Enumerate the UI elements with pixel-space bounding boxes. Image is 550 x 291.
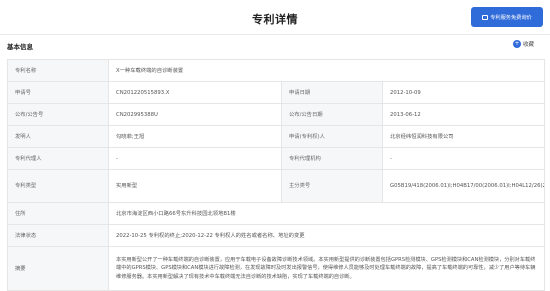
table-row: 专利代理人 - 专利代理机构 - bbox=[7, 147, 546, 170]
divider bbox=[0, 34, 550, 35]
consult-button[interactable]: 专利服务免费询价 bbox=[471, 7, 543, 27]
favorite-label: 收藏 bbox=[523, 42, 535, 48]
label-app-date: 申请日期 bbox=[281, 81, 383, 104]
table-row: 公布/公告号 CN202995388U 公布/公告日期 2013-06-12 bbox=[7, 103, 546, 126]
plus-icon: + bbox=[513, 40, 521, 48]
label-legal: 法律状态 bbox=[7, 224, 109, 247]
label-inventor: 发明人 bbox=[7, 125, 109, 148]
value-inventor: 勾晓菲;王旭 bbox=[108, 125, 282, 148]
label-ipc: 主分类号 bbox=[281, 169, 383, 203]
label-app-no: 申请号 bbox=[7, 81, 109, 104]
applicant-link[interactable]: 北京经纬恒润科技有限公司 bbox=[381, 125, 546, 148]
label-pub-no: 公布/公告号 bbox=[7, 103, 109, 126]
label-abstract: 摘要 bbox=[7, 246, 109, 291]
value-patent-name: X一种车载终端的自诊断装置 bbox=[107, 59, 546, 82]
table-row: 专利名称 X一种车载终端的自诊断装置 bbox=[7, 59, 546, 82]
consult-button-label: 专利服务免费询价 bbox=[490, 14, 532, 21]
message-icon bbox=[482, 14, 489, 20]
table-row: 申请号 CN201220515893.X 申请日期 2012-10-09 bbox=[7, 81, 546, 104]
table-row: 住所 北京市海淀区西小口路66号东升科技园北领地B1楼 bbox=[7, 202, 546, 225]
label-agency: 专利代理机构 bbox=[281, 147, 383, 170]
value-pub-date: 2013-06-12 bbox=[381, 103, 546, 126]
patent-info-table: 专利名称 X一种车载终端的自诊断装置 申请号 CN201220515893.X … bbox=[7, 59, 546, 291]
page-title: 专利详情 bbox=[252, 13, 298, 26]
value-legal: 2022-10-25 专利权的终止;2020-12-22 专利权人的姓名或者名称… bbox=[107, 224, 546, 247]
value-pub-no: CN202995388U bbox=[108, 103, 282, 126]
table-row: 摘要 本实用新型公开了一种车载终端的自诊断装置，应用于车载电子设备故障诊断技术领… bbox=[7, 246, 546, 291]
label-pub-date: 公布/公告日期 bbox=[281, 103, 383, 126]
label-agent: 专利代理人 bbox=[7, 147, 109, 170]
value-type: 实用新型 bbox=[108, 169, 282, 203]
label-type: 专利类型 bbox=[7, 169, 109, 203]
value-abstract: 本实用新型公开了一种车载终端的自诊断装置，应用于车载电子设备故障诊断技术领域。本… bbox=[107, 246, 546, 291]
value-app-date: 2012-10-09 bbox=[381, 81, 546, 104]
favorite-button[interactable]: + 收藏 bbox=[513, 40, 534, 48]
label-applicant: 申请(专利权)人 bbox=[281, 125, 383, 148]
table-row: 法律状态 2022-10-25 专利权的终止;2020-12-22 专利权人的姓… bbox=[7, 224, 546, 247]
table-row: 发明人 勾晓菲;王旭 申请(专利权)人 北京经纬恒润科技有限公司 bbox=[7, 125, 546, 148]
label-patent-name: 专利名称 bbox=[7, 59, 109, 82]
table-row: 专利类型 实用新型 主分类号 G05B19/418(2006.01)I;H04B… bbox=[7, 169, 546, 203]
section-title: 基本信息 bbox=[7, 43, 33, 51]
value-app-no: CN201220515893.X bbox=[108, 81, 282, 104]
label-address: 住所 bbox=[7, 202, 109, 225]
value-ipc: G05B19/418(2006.01)I;H04B17/00(2006.01)I… bbox=[381, 169, 546, 203]
value-agent: - bbox=[108, 147, 282, 170]
value-address: 北京市海淀区西小口路66号东升科技园北领地B1楼 bbox=[107, 202, 546, 225]
header: 专利详情 专利服务免费询价 bbox=[0, 0, 550, 34]
value-agency: - bbox=[381, 147, 546, 170]
